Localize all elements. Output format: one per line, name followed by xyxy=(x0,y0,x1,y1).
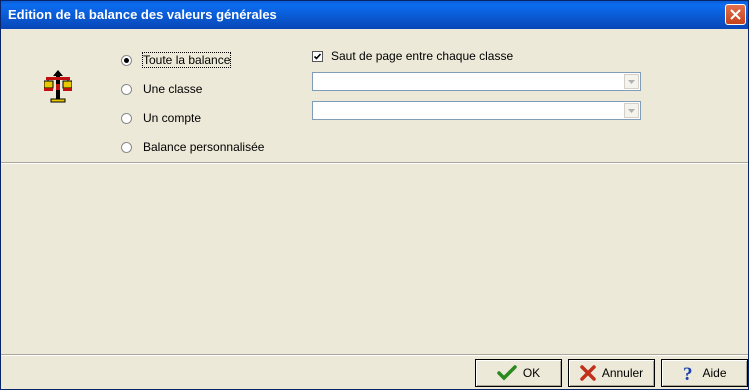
checkmark-icon xyxy=(313,52,322,60)
ok-label: OK xyxy=(522,366,541,380)
radio-indicator[interactable] xyxy=(121,83,132,95)
checkbox-indicator[interactable] xyxy=(312,50,323,62)
radio-one-account[interactable]: Un compte xyxy=(121,110,201,126)
checkmark-icon xyxy=(497,365,517,381)
content-area xyxy=(1,164,748,353)
cancel-button[interactable]: Annuler xyxy=(568,359,655,387)
radio-indicator[interactable] xyxy=(121,141,132,153)
dropdown-button[interactable] xyxy=(624,74,639,89)
radio-whole-balance[interactable]: Toute la balance xyxy=(121,52,232,68)
cancel-label: Annuler xyxy=(601,366,644,380)
question-mark-icon: ? xyxy=(682,364,696,382)
radio-label: Un compte xyxy=(143,111,202,125)
dropdown-button[interactable] xyxy=(624,103,639,118)
close-button[interactable] xyxy=(725,4,746,25)
balance-scale-icon xyxy=(44,70,72,103)
radio-custom-balance[interactable]: Balance personnalisée xyxy=(121,139,264,155)
svg-text:?: ? xyxy=(683,364,693,382)
account-select[interactable] xyxy=(312,101,641,120)
chevron-down-icon xyxy=(628,109,635,113)
radio-label: Balance personnalisée xyxy=(143,140,265,154)
ok-button[interactable]: OK xyxy=(475,359,562,387)
radio-indicator[interactable] xyxy=(121,54,132,66)
radio-indicator[interactable] xyxy=(121,112,132,124)
chevron-down-icon xyxy=(628,80,635,84)
title-bar[interactable]: Edition de la balance des valeurs généra… xyxy=(1,1,748,29)
checkbox-label: Saut de page entre chaque classe xyxy=(331,49,514,63)
close-icon xyxy=(730,9,741,20)
page-break-checkbox[interactable]: Saut de page entre chaque classe xyxy=(312,49,513,63)
help-button[interactable]: ? Aide xyxy=(661,359,748,387)
help-label: Aide xyxy=(702,366,727,380)
radio-label: Une classe xyxy=(143,82,203,96)
radio-label: Toute la balance xyxy=(141,52,232,68)
radio-one-class[interactable]: Une classe xyxy=(121,81,202,97)
window-title: Edition de la balance des valeurs généra… xyxy=(8,7,277,22)
dialog-window: Edition de la balance des valeurs généra… xyxy=(0,0,749,390)
class-select[interactable] xyxy=(312,72,641,91)
close-icon xyxy=(580,365,596,381)
